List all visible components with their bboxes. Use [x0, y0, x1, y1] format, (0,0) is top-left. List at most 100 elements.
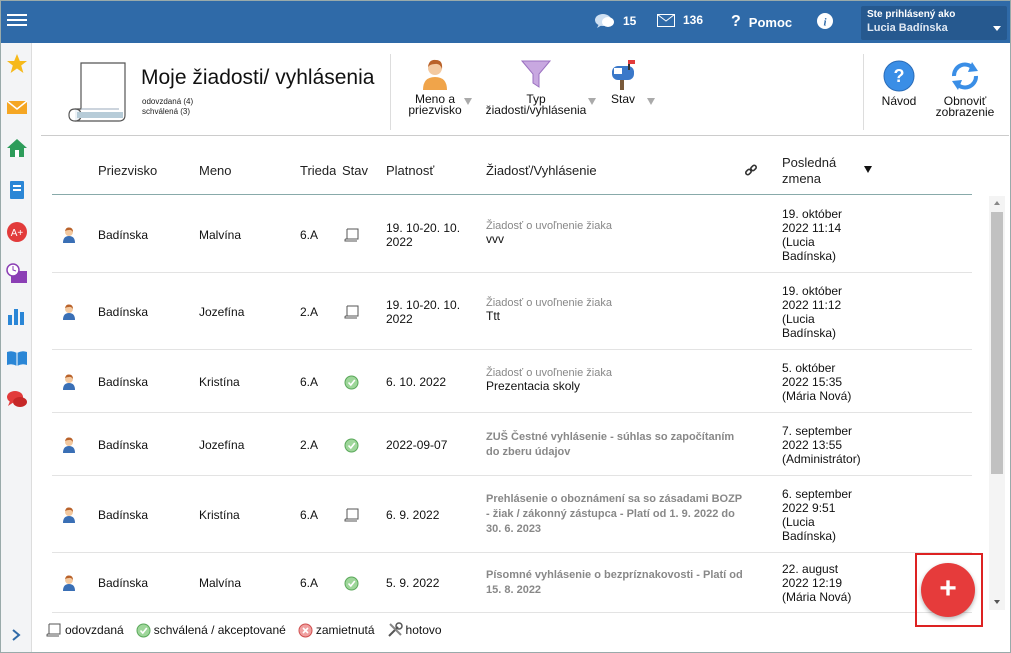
col-class[interactable]: Trieda	[300, 163, 336, 178]
help-button[interactable]: ? Pomoc	[731, 13, 792, 31]
messages-count: 15	[623, 14, 637, 28]
cell-class: 2.A	[300, 438, 319, 452]
sidebar: A+	[1, 43, 32, 652]
notebook-icon[interactable]	[6, 179, 28, 201]
menu-icon[interactable]	[7, 11, 27, 31]
cell-surname: Badínska	[98, 508, 149, 522]
help-guide-button[interactable]: ? Návod	[877, 60, 921, 107]
scroll-down-icon[interactable]	[994, 600, 1000, 604]
cell-request-type: Žiadosť o uvoľnenie žiaka	[486, 297, 612, 309]
schedule-icon[interactable]	[6, 263, 28, 285]
filter-type-label: Typ žiadosti/vyhlásenia	[485, 92, 587, 117]
cell-last-change: 19. október 2022 11:12 (Lucia Badínska)	[782, 284, 843, 340]
chevron-down-icon[interactable]	[464, 98, 472, 105]
legend-approved: schválená / akceptované	[136, 623, 286, 638]
document-icon	[344, 305, 359, 319]
document-icon	[46, 623, 61, 637]
cell-request-text: Prezentacia skoly	[486, 379, 581, 393]
home-icon[interactable]	[6, 137, 28, 159]
cell-class: 6.A	[300, 576, 319, 590]
student-icon	[63, 437, 75, 453]
funnel-icon	[520, 60, 552, 88]
svg-text:?: ?	[894, 66, 905, 86]
envelope-icon[interactable]	[6, 96, 28, 118]
col-name[interactable]: Meno	[199, 163, 232, 178]
document-scroll-icon	[68, 62, 126, 122]
table-row[interactable]: Badínska Malvína 6.A 19. 10-20. 10. 2022 Žia…	[52, 196, 972, 273]
cell-request-type: Písomné vyhlásenie o bezpríznakovosti - …	[486, 569, 743, 596]
table-row[interactable]: Badínska Jozefína 2.A 2022-09-07 ZUŠ Čestné …	[52, 413, 972, 476]
conversation-icon[interactable]	[6, 389, 28, 411]
cell-surname: Badínska	[98, 305, 149, 319]
check-circle-icon	[344, 438, 359, 453]
cell-validity: 19. 10-20. 10. 2022	[386, 298, 461, 326]
document-icon	[344, 508, 359, 522]
count-approved: schválená (3)	[142, 107, 191, 116]
check-circle-icon	[344, 576, 359, 591]
check-circle-icon	[344, 375, 359, 390]
check-circle-icon	[136, 623, 151, 637]
mailbox-icon	[612, 60, 635, 90]
user-menu[interactable]: Ste prihlásený ako Lucia Badínska	[861, 6, 1007, 40]
chevron-down-icon[interactable]	[588, 98, 596, 105]
table-row[interactable]: Badínska Kristína 6.A 6. 9. 2022 Prehlásenie…	[52, 476, 972, 553]
cell-class: 2.A	[300, 305, 319, 319]
cell-class: 6.A	[300, 508, 319, 522]
info-button[interactable]: i	[817, 13, 833, 29]
count-sent: odovzdaná (4)	[142, 97, 194, 106]
divider	[390, 54, 391, 130]
cell-request-text: vvv	[486, 232, 504, 246]
col-surname[interactable]: Priezvisko	[98, 163, 157, 178]
student-icon	[63, 304, 75, 320]
filter-name-button[interactable]: Meno a priezvisko	[400, 58, 470, 116]
cell-class: 6.A	[300, 375, 319, 389]
chevron-down-icon	[993, 26, 1001, 31]
info-icon: i	[817, 13, 833, 29]
x-circle-icon	[298, 623, 313, 637]
help-label: Pomoc	[748, 14, 793, 30]
cell-validity: 19. 10-20. 10. 2022	[386, 221, 461, 249]
question-circle-icon: ?	[883, 60, 915, 92]
cell-name: Kristína	[199, 375, 240, 389]
star-icon[interactable]	[6, 53, 28, 75]
col-request[interactable]: Žiadosť/Vyhlásenie	[486, 163, 597, 178]
cell-name: Malvína	[199, 228, 242, 242]
chat-icon	[595, 14, 614, 28]
scroll-up-icon[interactable]	[994, 201, 1000, 205]
table-row[interactable]: Badínska Jozefína 2.A 19. 10-20. 10. 2022 Ži…	[52, 273, 972, 350]
chart-icon[interactable]	[6, 305, 28, 327]
legend-rejected: zamietnutá	[298, 623, 375, 638]
cell-surname: Badínska	[98, 576, 149, 590]
chevron-right-icon[interactable]	[9, 628, 23, 642]
col-validity[interactable]: Platnosť	[386, 163, 434, 178]
book-icon[interactable]	[6, 347, 28, 369]
page-header: Moje žiadosti/ vyhlásenia odovzdaná (4) …	[41, 48, 1009, 136]
filter-type-button[interactable]: Typ žiadosti/vyhlásenia	[481, 58, 591, 116]
cell-validity: 5. 9. 2022	[386, 576, 440, 590]
sort-desc-icon[interactable]	[864, 166, 872, 173]
col-state[interactable]: Stav	[342, 163, 368, 178]
grades-icon[interactable]: A+	[6, 221, 28, 243]
refresh-button[interactable]: Obnoviť zobrazenie	[931, 60, 999, 118]
col-last-change[interactable]: Posledná zmena	[782, 155, 836, 187]
cell-last-change: 5. október 2022 15:35 (Mária Nová)	[782, 361, 852, 403]
add-request-button[interactable]: +	[921, 563, 975, 617]
scroll-thumb[interactable]	[991, 212, 1003, 474]
student-icon	[63, 374, 75, 390]
question-icon: ?	[731, 13, 741, 30]
messages-button[interactable]: 15	[595, 13, 636, 29]
student-icon	[63, 507, 75, 523]
filter-state-button[interactable]: Stav	[606, 58, 640, 105]
vertical-scrollbar[interactable]	[989, 196, 1005, 610]
mail-button[interactable]: 136	[657, 13, 703, 27]
cell-last-change: 7. september 2022 13:55 (Administrátor)	[782, 424, 861, 466]
legend-sent: odovzdaná	[46, 623, 124, 637]
table-row[interactable]: Badínska Malvína 6.A 5. 9. 2022 Písomné vyhl…	[52, 553, 972, 613]
link-icon[interactable]	[744, 163, 758, 177]
cell-surname: Badínska	[98, 438, 149, 452]
cell-validity: 6. 9. 2022	[386, 508, 440, 522]
mail-icon	[657, 13, 675, 27]
cell-name: Jozefína	[199, 438, 245, 452]
table-row[interactable]: Badínska Kristína 6.A 6. 10. 2022 Žiadosť o …	[52, 350, 972, 413]
chevron-down-icon[interactable]	[647, 98, 655, 105]
